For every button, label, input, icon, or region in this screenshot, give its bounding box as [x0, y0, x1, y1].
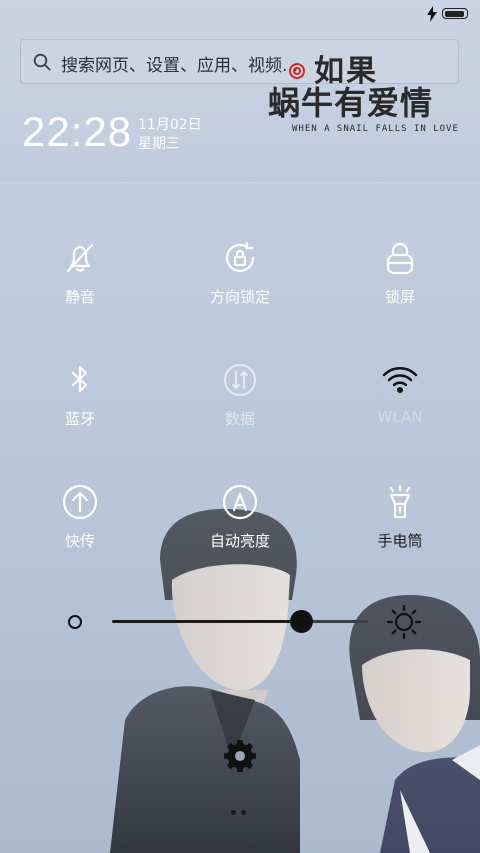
- toggle-label: 锁屏: [384, 288, 415, 306]
- toggle-bluetooth[interactable]: 蓝牙: [0, 362, 160, 472]
- toggle-label: 手电筒: [377, 532, 423, 550]
- toggle-auto-brightness[interactable]: 自动亮度: [160, 484, 320, 594]
- toggle-wlan[interactable]: WLAN: [320, 362, 480, 472]
- toggle-label: WLAN: [377, 408, 423, 426]
- lock-icon: [386, 242, 414, 275]
- date-text: 11月02日: [138, 117, 202, 133]
- weekday-text: 星期三: [138, 136, 180, 152]
- auto-brightness-icon: [222, 484, 258, 520]
- logo-subtitle: WHEN A SNAIL FALLS IN LOVE: [292, 124, 459, 134]
- brightness-track[interactable]: [112, 610, 368, 633]
- toggle-flashlight[interactable]: 手电筒: [320, 484, 480, 594]
- toggle-mute[interactable]: 静音: [0, 240, 160, 350]
- bluetooth-icon: [71, 365, 88, 393]
- toggle-quick-share[interactable]: 快传: [0, 484, 160, 594]
- divider: [0, 182, 480, 183]
- settings-gear-icon[interactable]: [224, 740, 256, 772]
- drama-logo: 如果 蜗牛有爱情 WHEN A SNAIL FALLS IN LOVE: [266, 44, 459, 140]
- toggle-label: 快传: [64, 532, 95, 550]
- toggle-lock-screen[interactable]: 锁屏: [320, 240, 480, 350]
- toggle-label: 方向锁定: [209, 288, 270, 306]
- battery-level: [444, 10, 464, 17]
- flashlight-icon: [389, 484, 411, 519]
- toggle-label: 数据: [224, 410, 255, 428]
- mobile-data-icon: [224, 364, 256, 396]
- toggle-label: 自动亮度: [209, 532, 270, 550]
- logo-title-line2: 蜗牛有爱情: [268, 84, 434, 122]
- rotation-lock-icon: [225, 241, 255, 273]
- page-dot: [241, 810, 246, 815]
- toggle-rotation-lock[interactable]: 方向锁定: [160, 240, 320, 350]
- toggle-label: 静音: [64, 288, 95, 306]
- toggle-mobile-data[interactable]: 数据: [160, 362, 320, 472]
- brightness-knob[interactable]: [289, 610, 313, 633]
- wifi-icon: [382, 367, 418, 394]
- upload-icon: [62, 484, 98, 520]
- toggle-label: 蓝牙: [64, 410, 95, 428]
- bell-off-icon: [66, 243, 94, 273]
- page-dot: [231, 810, 236, 815]
- clock-date[interactable]: 11月02日 星期三: [138, 116, 202, 154]
- status-bar: [0, 0, 480, 28]
- brightness-high-icon: [386, 604, 422, 640]
- brightness-low-icon: [68, 615, 82, 629]
- search-placeholder: 搜索网页、设置、应用、视频...: [61, 56, 299, 76]
- search-icon: [33, 53, 51, 71]
- page-indicator: [231, 810, 249, 816]
- brightness-slider[interactable]: [0, 600, 480, 644]
- charging-icon: [427, 6, 437, 22]
- battery-icon: [442, 8, 468, 19]
- clock-time[interactable]: 22:28: [22, 108, 132, 156]
